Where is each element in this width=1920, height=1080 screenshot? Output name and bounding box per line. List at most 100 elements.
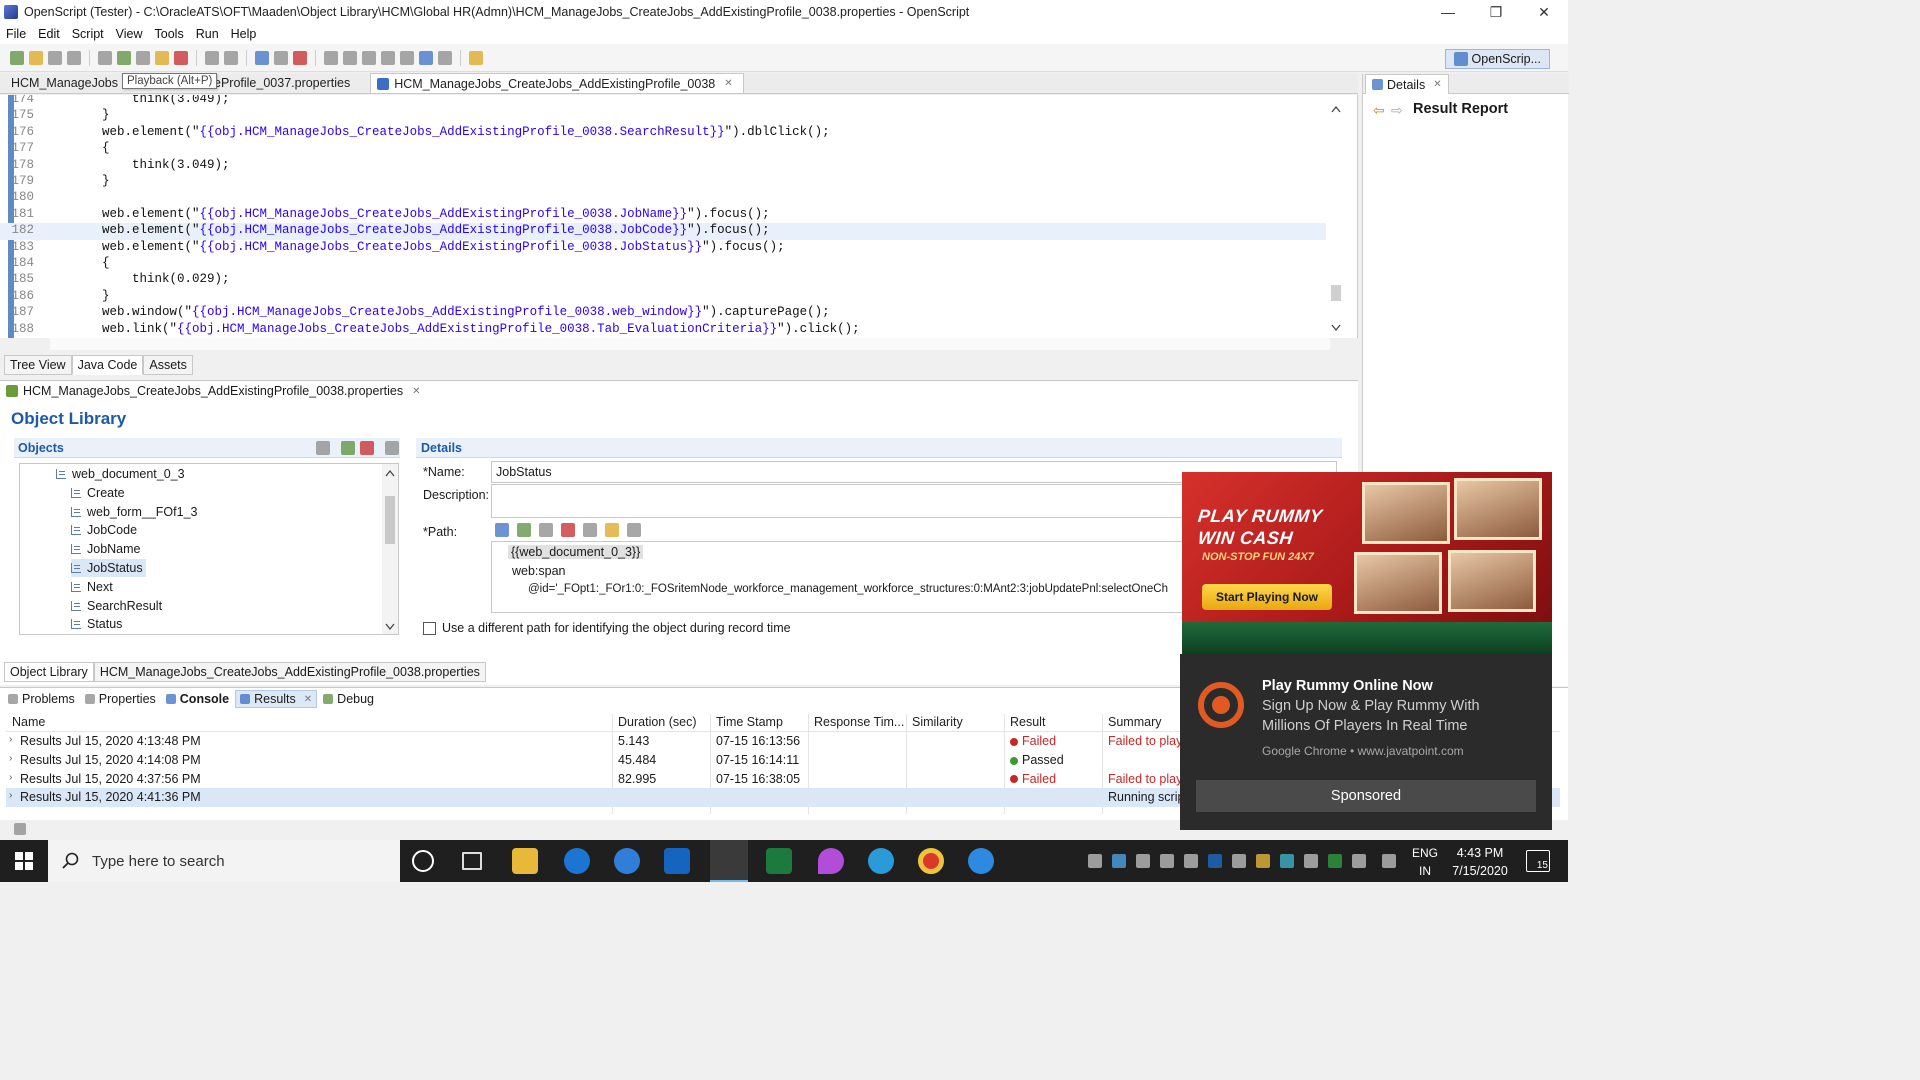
layout-icon[interactable] <box>438 50 452 65</box>
view-icon[interactable] <box>324 50 338 65</box>
scroll-thumb[interactable] <box>1331 285 1341 301</box>
path-delete-icon[interactable] <box>561 523 575 537</box>
col-summary[interactable]: Summary <box>1108 715 1161 729</box>
menu-help[interactable]: Help <box>231 27 257 41</box>
outlook-icon[interactable] <box>664 848 690 874</box>
delete-icon[interactable] <box>360 441 374 455</box>
tab-console[interactable]: Console <box>162 690 233 708</box>
code-line[interactable]: 178 think(3.049); <box>0 158 1326 174</box>
fast-view-icon[interactable] <box>14 823 26 835</box>
path-link-icon[interactable] <box>627 523 641 537</box>
pen-icon[interactable] <box>1382 854 1396 868</box>
code-line[interactable]: 187 web.window(" {{obj.HCM_ManageJobs_Cre… <box>0 305 1326 321</box>
tree-item[interactable]: JobName <box>71 540 141 558</box>
expand-chevron-icon[interactable]: › <box>9 772 12 783</box>
path-add-icon[interactable] <box>517 523 531 537</box>
volume-icon[interactable] <box>1232 854 1246 868</box>
pause-icon[interactable] <box>155 50 169 65</box>
expand-chevron-icon[interactable]: › <box>9 753 12 764</box>
chrome-notification[interactable]: Play Rummy Online Now Sign Up Now & Play… <box>1180 654 1552 830</box>
code-line[interactable]: 179 } <box>0 174 1326 190</box>
code-line[interactable]: 176 web.element(" {{obj.HCM_ManageJobs_Cr… <box>0 125 1326 141</box>
close-tab-icon[interactable]: ✕ <box>412 386 420 397</box>
tree-icon[interactable] <box>362 50 376 65</box>
internet-explorer-icon[interactable] <box>968 848 994 874</box>
code-line[interactable]: 174 think(3.049); <box>0 95 1326 108</box>
window-icon[interactable] <box>419 50 433 65</box>
system-clock[interactable]: 4:43 PM 7/15/2020 <box>1448 844 1512 880</box>
tab-java-code[interactable]: Java Code <box>71 355 144 375</box>
record-icon[interactable] <box>98 50 112 65</box>
tree-item[interactable]: Create <box>71 484 125 502</box>
microphone-icon[interactable] <box>1184 854 1198 868</box>
tree-item[interactable]: Next <box>71 578 113 596</box>
tray-app-icon[interactable] <box>1088 854 1102 868</box>
open-folder-icon[interactable] <box>29 50 43 65</box>
code-line[interactable]: 175 } <box>0 108 1326 124</box>
editor-horizontal-scrollbar[interactable] <box>50 338 1330 350</box>
iterate-icon[interactable] <box>136 50 150 65</box>
tray-app-icon[interactable] <box>1136 854 1150 868</box>
ad-banner[interactable]: PLAY RUMMY WIN CASH NON-STOP FUN 24X7 St… <box>1182 472 1552 654</box>
tab-object-library[interactable]: Object Library <box>4 662 94 682</box>
tree-scrollbar[interactable] <box>382 464 398 635</box>
col-result[interactable]: Result <box>1010 715 1045 729</box>
code-line[interactable]: 184 { <box>0 256 1326 272</box>
menu-script[interactable]: Script <box>72 27 104 41</box>
menu-file[interactable]: File <box>6 27 26 41</box>
tray-app-icon[interactable] <box>1256 854 1270 868</box>
battery-icon[interactable] <box>1352 854 1366 868</box>
code-line[interactable]: 182 web.element(" {{obj.HCM_ManageJobs_Cr… <box>0 223 1326 240</box>
security-icon[interactable] <box>1304 854 1318 868</box>
browser-icon[interactable] <box>255 50 269 65</box>
step-over-icon[interactable] <box>224 50 238 65</box>
add-icon[interactable] <box>341 441 355 455</box>
taskbar-search[interactable]: Type here to search <box>48 840 400 882</box>
tray-app-icon[interactable] <box>1328 854 1342 868</box>
object-library-file-tab[interactable]: HCM_ManageJobs_CreateJobs_AddExistingPro… <box>6 384 420 398</box>
close-tab-icon[interactable]: ✕ <box>1433 79 1441 90</box>
tree-item[interactable]: JobStatus <box>71 559 146 577</box>
tray-app-icon[interactable] <box>1280 854 1294 868</box>
edge-icon[interactable] <box>564 848 590 874</box>
path-move-down-icon[interactable] <box>605 523 619 537</box>
print-icon[interactable] <box>67 50 81 65</box>
step-icon[interactable] <box>205 50 219 65</box>
scroll-down-icon[interactable] <box>1331 324 1341 332</box>
network-globe-icon[interactable] <box>868 848 894 874</box>
col-response-time[interactable]: Response Tim... <box>814 715 904 729</box>
table-icon[interactable] <box>400 50 414 65</box>
input-language[interactable]: ENG IN <box>1412 844 1438 880</box>
code-line[interactable]: 181 web.element(" {{obj.HCM_ManageJobs_Cr… <box>0 207 1326 223</box>
code-line[interactable]: 185 think(0.029); <box>0 272 1326 288</box>
col-name[interactable]: Name <box>12 715 45 729</box>
path-edit-icon[interactable] <box>539 523 553 537</box>
different-path-option[interactable]: Use a different path for identifying the… <box>423 621 791 635</box>
tab-tree-view[interactable]: Tree View <box>4 355 72 375</box>
path-move-up-icon[interactable] <box>583 523 597 537</box>
back-arrow-icon[interactable]: ⇦ <box>1373 102 1385 119</box>
menu-view[interactable]: View <box>116 27 143 41</box>
copy-icon[interactable] <box>274 50 288 65</box>
tab-hcm-managejobs[interactable]: HCM_ManageJobs <box>0 73 118 93</box>
expand-chevron-icon[interactable]: › <box>9 734 12 745</box>
maximize-button[interactable]: ❐ <box>1472 0 1520 24</box>
tab-details[interactable]: Details ✕ <box>1365 74 1449 94</box>
cortana-icon[interactable] <box>412 850 434 872</box>
col-similarity[interactable]: Similarity <box>912 715 963 729</box>
code-editor[interactable]: 174 think(3.049); 175 } 176 web.element("{… <box>0 95 1358 338</box>
tab-properties-source[interactable]: HCM_ManageJobs_CreateJobs_AddExistingPro… <box>93 662 486 682</box>
pin-icon[interactable] <box>469 50 483 65</box>
tree-item[interactable]: web_form__FOf1_3 <box>71 503 197 521</box>
start-button[interactable] <box>0 840 48 882</box>
close-tab-icon[interactable]: ✕ <box>724 78 732 89</box>
save-icon[interactable] <box>48 50 62 65</box>
tree-item[interactable]: JobCode <box>71 521 137 539</box>
tab-problems[interactable]: Problems <box>4 690 79 708</box>
objects-tree[interactable]: web_document_0_3 Create web_form__FOf1_3 Jo… <box>19 463 399 635</box>
code-line[interactable]: 183 web.element(" {{obj.HCM_ManageJobs_Cr… <box>0 240 1326 256</box>
tab-debug[interactable]: Debug <box>319 690 378 708</box>
file-explorer-icon[interactable] <box>512 848 538 874</box>
code-line[interactable]: 188 web.link(" {{obj.HCM_ManageJobs_Creat… <box>0 322 1326 338</box>
menu-run[interactable]: Run <box>196 27 219 41</box>
